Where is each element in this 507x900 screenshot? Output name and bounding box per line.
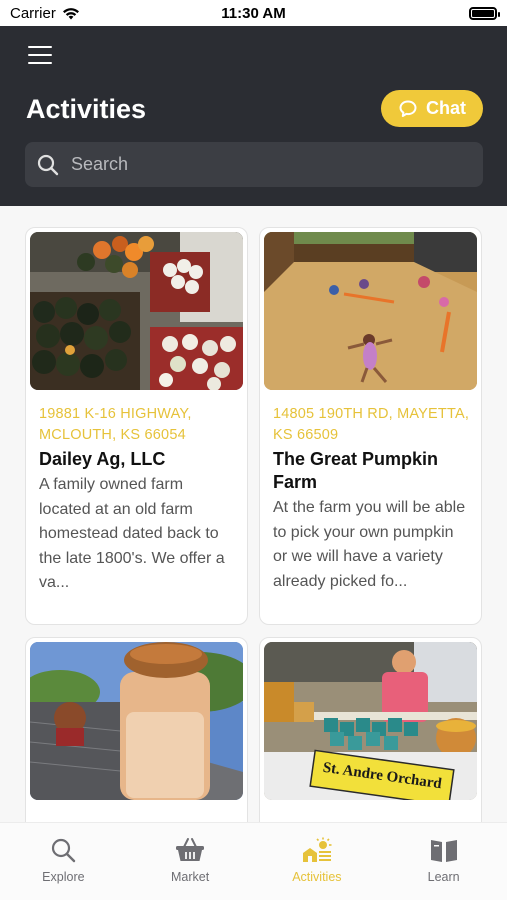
page-title: Activities [26,94,147,124]
card-photo-jar [30,642,243,800]
card-description: A family owned farm located at an old fa… [39,476,225,591]
chat-button[interactable]: Chat [381,90,483,127]
carrier-label: Carrier [10,4,56,22]
book-icon [430,840,457,862]
hamburger-menu-icon[interactable] [28,46,52,64]
activity-card[interactable]: 19881 K-16 HIGHWAY, MCLOUTH, KS 66054 Da… [25,227,248,625]
tab-label: Activities [292,870,342,884]
tab-label: Learn [427,870,460,884]
wifi-icon [62,7,79,19]
card-address: 19881 K-16 HIGHWAY, MCLOUTH, KS 66054 [39,406,192,443]
card-description: At the farm you will be able to pick you… [273,499,466,590]
tab-label: Market [171,870,210,884]
tab-activities[interactable]: Activities [254,823,381,900]
chat-bubble-icon [399,100,417,117]
search-icon [52,838,76,863]
search-input[interactable] [71,154,483,175]
card-address: 14805 190TH RD, MAYETTA, KS 66509 [273,406,470,443]
activity-card[interactable]: 14805 190TH RD, MAYETTA, KS 66509 The Gr… [259,227,482,625]
card-title: The Great Pumpkin Farm [273,449,439,492]
tab-learn[interactable]: Learn [380,823,507,900]
farm-sun-icon [302,837,332,862]
clock: 11:30 AM [221,4,286,22]
tab-market[interactable]: Market [127,823,254,900]
basket-icon [176,838,205,861]
card-photo-orchard-stand: St. Andre Orchard [264,642,477,800]
search-icon [37,154,59,175]
chat-label: Chat [426,98,466,118]
battery-icon [469,6,500,20]
card-photo-corn-pit [264,232,477,390]
header: Activities Chat [0,26,507,206]
tab-bar: Explore Market Activities Learn [0,822,507,900]
card-title: Dailey Ag, LLC [39,449,166,469]
tab-label: Explore [42,870,85,884]
status-bar: Carrier 11:30 AM [0,0,507,26]
search-bar[interactable] [25,142,483,187]
tab-explore[interactable]: Explore [0,823,127,900]
card-photo-pumpkins [30,232,243,390]
